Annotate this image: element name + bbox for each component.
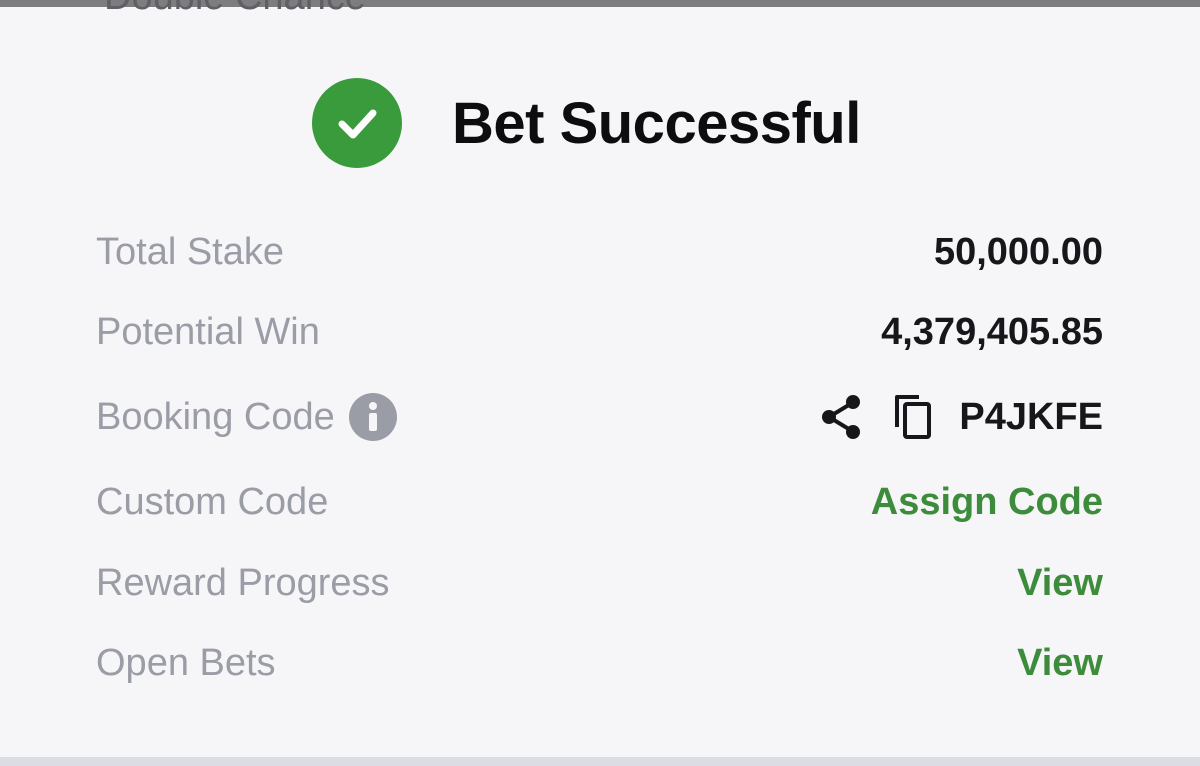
reward-progress-label: Reward Progress (96, 561, 390, 604)
total-stake-row: Total Stake 50,000.00 (96, 222, 1103, 282)
assign-code-link[interactable]: Assign Code (871, 481, 1103, 524)
custom-code-label: Custom Code (96, 480, 329, 523)
open-bets-row: Open Bets View (96, 633, 1103, 693)
bottom-border (0, 757, 1200, 766)
check-circle-icon (312, 78, 402, 168)
reward-progress-row: Reward Progress View (96, 553, 1103, 613)
open-bets-label: Open Bets (96, 641, 276, 684)
open-bets-view-link[interactable]: View (1017, 642, 1103, 685)
booking-code-label-group: Booking Code (96, 393, 397, 441)
page-title: Bet Successful (452, 90, 861, 156)
potential-win-value: 4,379,405.85 (881, 310, 1103, 353)
booking-code-row: Booking Code P4JKFE (96, 387, 1103, 447)
custom-code-row: Custom Code Assign Code (96, 472, 1103, 532)
total-stake-value: 50,000.00 (933, 230, 1103, 273)
share-icon[interactable] (819, 394, 863, 440)
copy-icon[interactable] (893, 393, 933, 441)
info-icon[interactable] (348, 393, 397, 441)
booking-code-label: Booking Code (96, 395, 335, 438)
booking-code-value: P4JKFE (959, 395, 1103, 438)
potential-win-row: Potential Win 4,379,405.85 (96, 302, 1103, 362)
previous-item-text: Double Chance (104, 0, 366, 19)
total-stake-label: Total Stake (96, 230, 284, 273)
bet-success-header: Bet Successful (312, 78, 861, 168)
potential-win-label: Potential Win (96, 310, 320, 353)
reward-progress-view-link[interactable]: View (1017, 562, 1103, 605)
booking-code-value-group: P4JKFE (819, 393, 1103, 441)
